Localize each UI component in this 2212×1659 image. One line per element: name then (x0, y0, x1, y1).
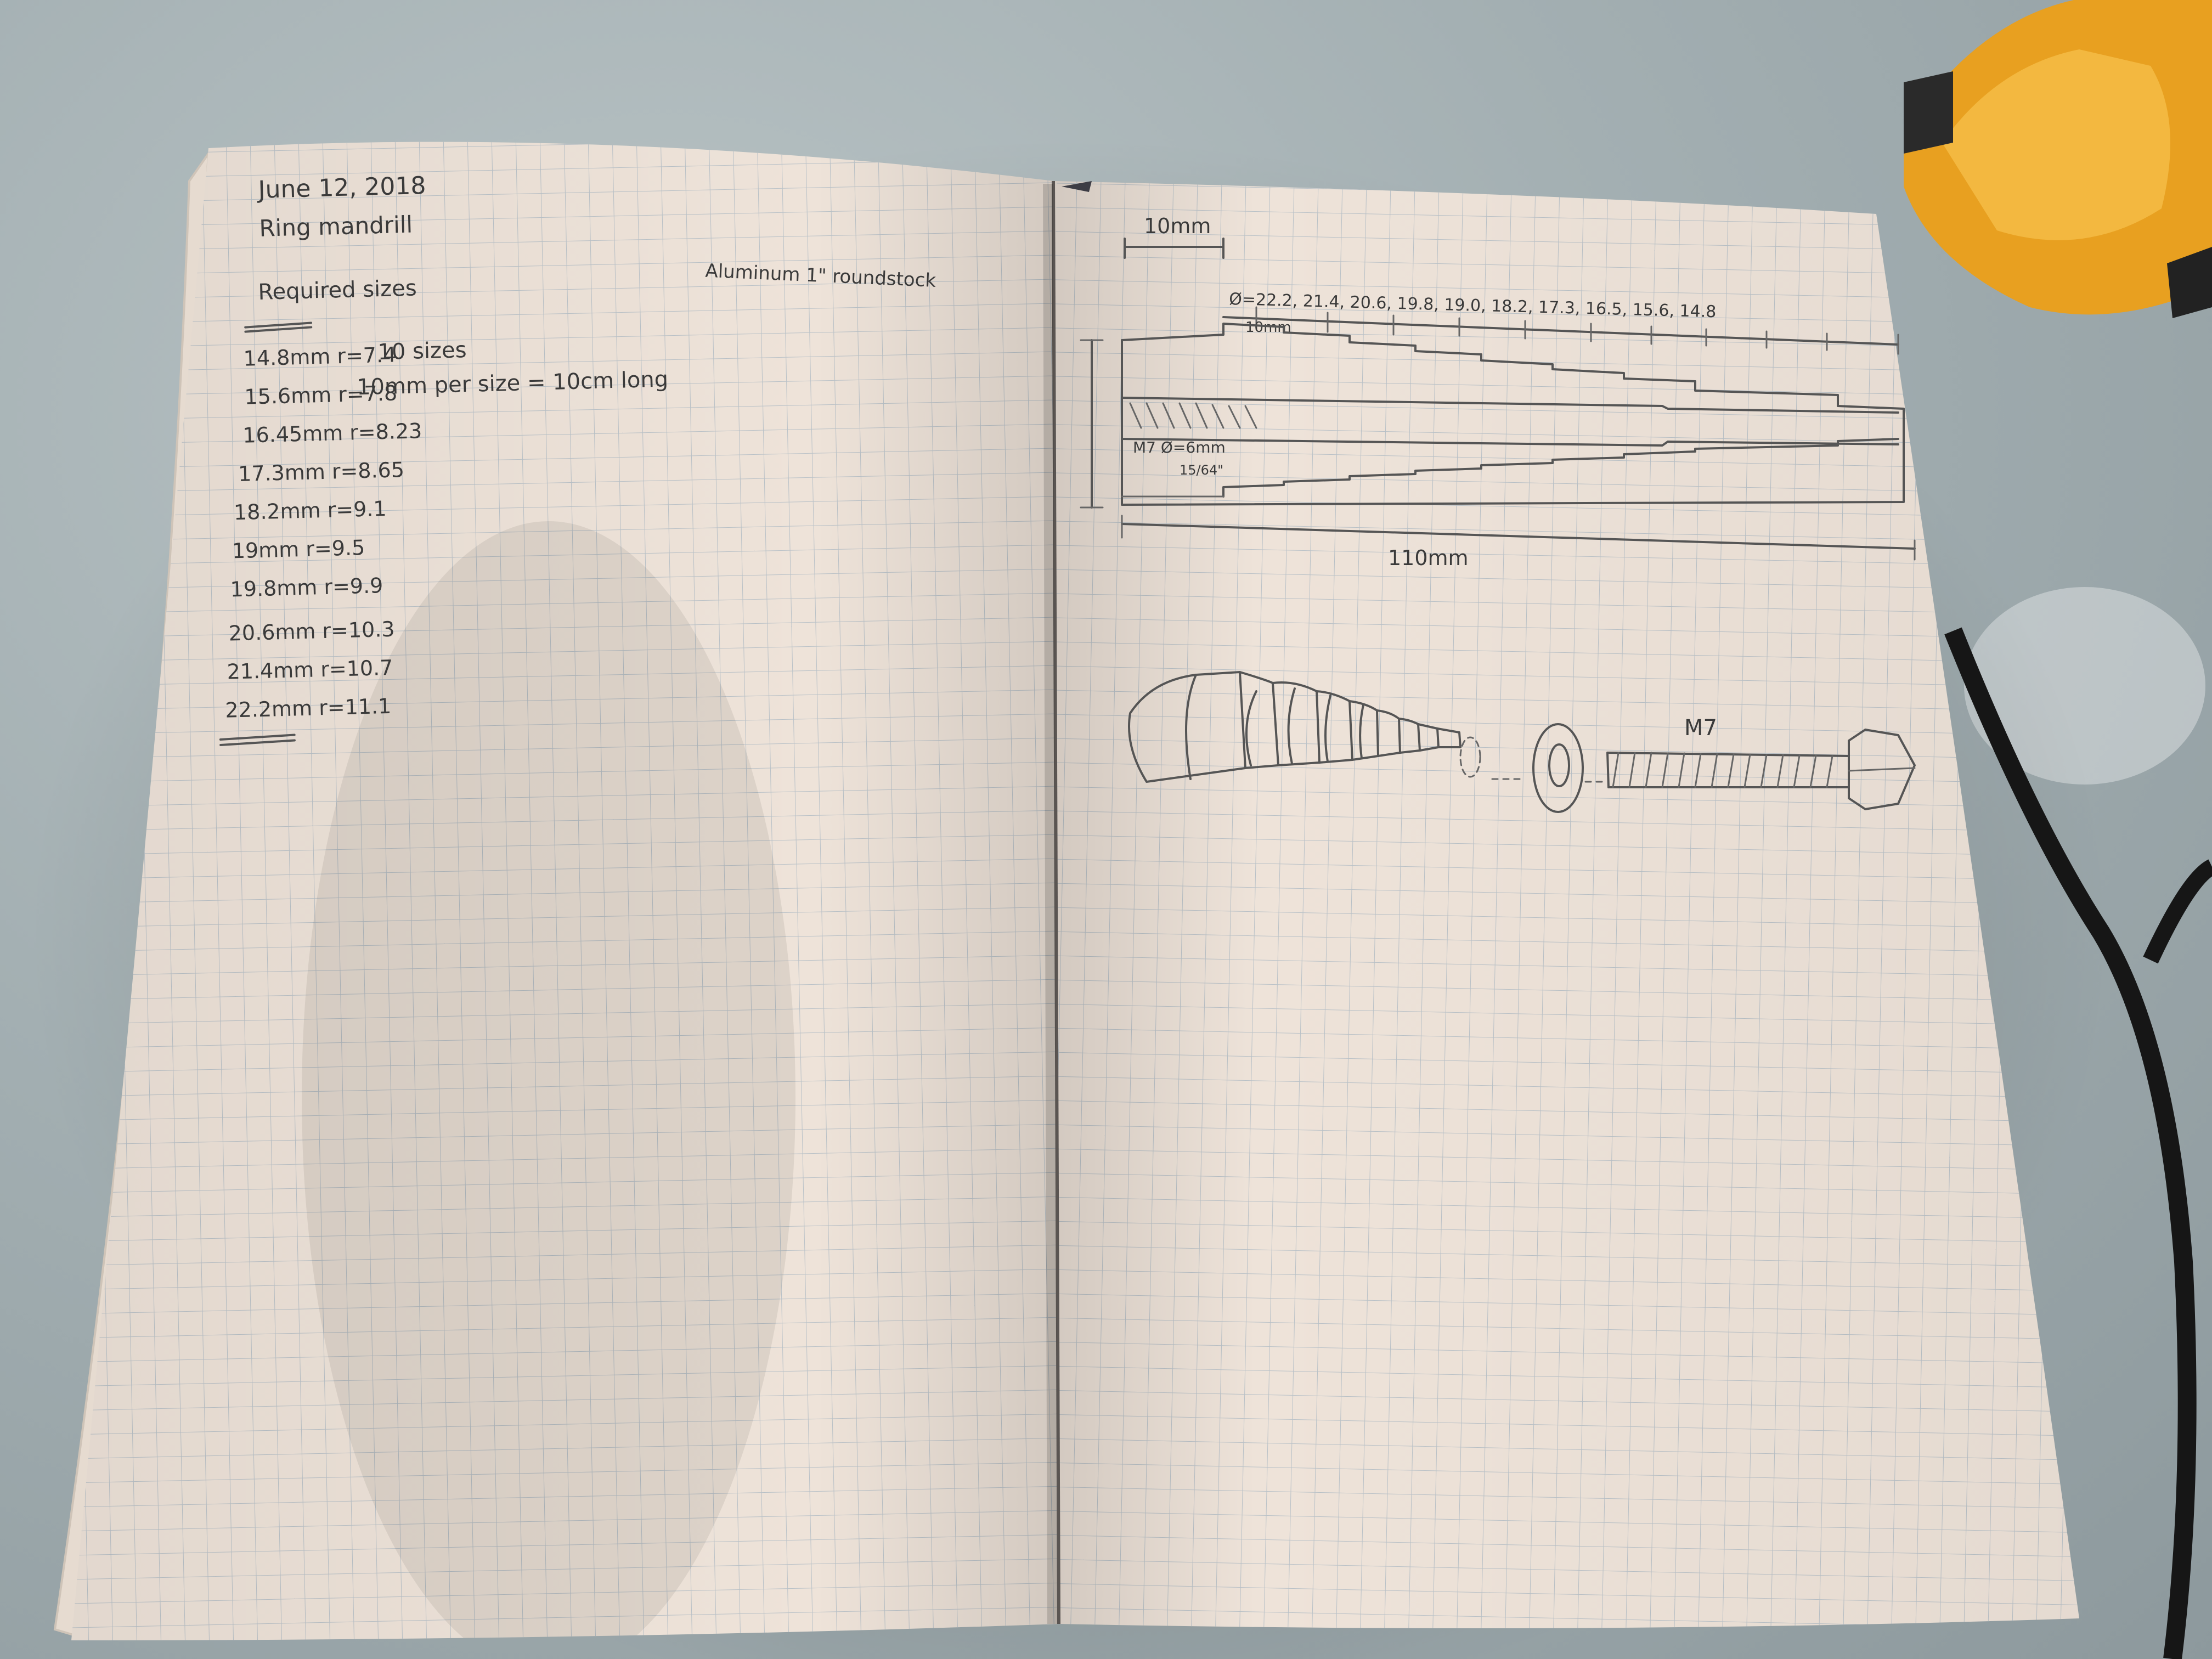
notebook-photo: June 12, 2018 Ring mandrill Required siz… (27, 0, 2212, 1659)
bolt-label: M7 (1684, 715, 1717, 741)
bore-fraction: 15/64" (1180, 462, 1223, 478)
size-item: 19mm r=9.5 (232, 535, 365, 563)
total-length-label: 110mm (1388, 546, 1469, 570)
subtitle-text: Required sizes (258, 275, 417, 305)
scale-label: 10mm (1144, 214, 1211, 238)
size-item: 16.45mm r=8.23 (242, 419, 422, 448)
size-item: 20.6mm r=10.3 (228, 617, 395, 646)
size-item: 17.3mm r=8.65 (238, 458, 405, 486)
size-item: 19.8mm r=9.9 (230, 573, 383, 601)
size-item: 18.2mm r=9.1 (233, 496, 387, 524)
size-count-note: 10 sizes (377, 337, 467, 365)
size-item: 22.2mm r=11.1 (225, 694, 392, 723)
title-text: Ring mandrill (259, 211, 413, 242)
orange-clamp (1904, 0, 2212, 318)
right-page (1053, 181, 2079, 1628)
date-text: June 12, 2018 (256, 172, 426, 204)
size-item: 21.4mm r=10.7 (227, 656, 393, 684)
left-page (71, 142, 1059, 1640)
bore-label: M7 Ø=6mm (1133, 438, 1226, 456)
size-item: 14.8mm r=7.4 (243, 342, 397, 370)
